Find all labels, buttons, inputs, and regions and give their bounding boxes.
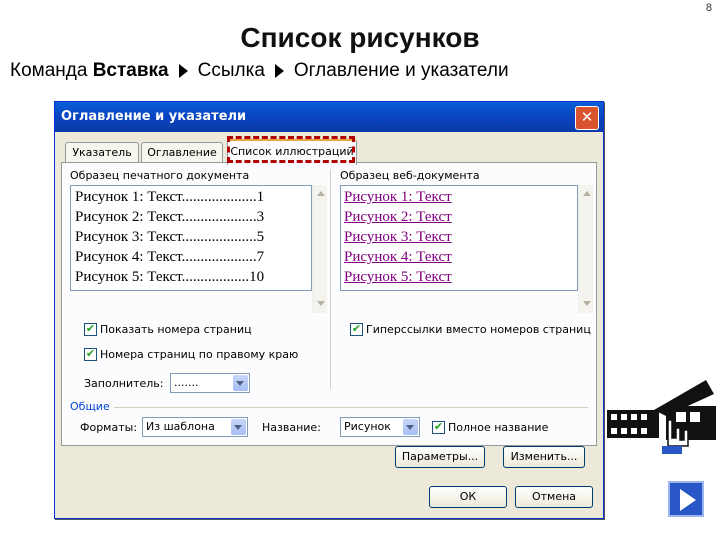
web-preview-scrollbar[interactable] [578,185,593,313]
show-page-numbers-label: Показать номера страниц [100,323,252,336]
tab-toc[interactable]: Оглавление [141,142,223,163]
scroll-down-icon[interactable] [317,301,325,306]
ok-button[interactable]: ОК [429,486,507,508]
web-preview-box: Рисунок 1: Текст Рисунок 2: Текст Рисуно… [340,185,578,291]
next-slide-button[interactable] [668,481,704,517]
clip-art-hand-film-icon [607,380,716,454]
close-button[interactable]: ✕ [575,106,599,130]
print-preview-row: Рисунок 2: Текст....................3 [75,209,265,225]
cancel-button[interactable]: Отмена [515,486,593,508]
general-group-label: Общие [70,400,110,413]
caption-label: Название: [262,421,321,434]
hyperlinks-checkbox[interactable]: ✔ [350,323,363,336]
path-step-reference: Ссылка [197,60,265,81]
full-caption-label: Полное название [448,421,549,434]
print-preview-label: Образец печатного документа [70,169,250,182]
caption-value: Рисунок [344,420,391,433]
scroll-up-icon[interactable] [583,191,591,196]
dialog-titlebar: Оглавление и указатели ✕ [55,102,603,132]
print-preview-box: Рисунок 1: Текст....................1 Ри… [70,185,312,291]
print-preview-row: Рисунок 1: Текст....................1 [75,189,265,205]
index-tables-dialog: Оглавление и указатели ✕ Указатель Оглав… [54,101,604,519]
slide-title: Список рисунков [240,22,480,53]
web-preview-list: Рисунок 1: Текст Рисунок 2: Текст Рисуно… [344,187,452,287]
print-preview-row: Рисунок 5: Текст..................10 [75,269,265,285]
path-arrow-icon [178,64,188,78]
web-preview-link[interactable]: Рисунок 3: Текст [344,227,452,247]
chevron-down-icon[interactable] [231,419,246,435]
slide-number: 8 [705,2,712,14]
command-path: Команда Вставка Ссылка Оглавление и указ… [10,60,509,82]
tab-highlight-frame [227,136,355,163]
column-divider [330,169,331,389]
formats-value: Из шаблона [146,420,215,433]
general-group-divider [114,407,588,408]
print-preview-row: Рисунок 4: Текст....................7 [75,249,265,265]
print-preview-scrollbar[interactable] [312,185,327,313]
chevron-down-icon[interactable] [233,375,248,391]
print-preview-list: Рисунок 1: Текст....................1 Ри… [75,187,297,287]
hyperlinks-label: Гиперссылки вместо номеров страниц [366,323,591,336]
path-step-index-tables: Оглавление и указатели [293,60,509,81]
options-button[interactable]: Параметры... [395,446,485,468]
right-align-label: Номера страниц по правому краю [100,348,299,361]
path-step-insert: Вставка [92,60,169,81]
print-preview-row: Рисунок 3: Текст....................5 [75,229,265,245]
caption-select[interactable]: Рисунок [340,417,420,437]
scroll-down-icon[interactable] [583,301,591,306]
chevron-down-icon[interactable] [403,419,418,435]
web-preview-link[interactable]: Рисунок 1: Текст [344,187,452,207]
tab-panel: Образец печатного документа Рисунок 1: Т… [61,162,597,446]
web-preview-link[interactable]: Рисунок 4: Текст [344,247,452,267]
tab-index[interactable]: Указатель [65,142,139,163]
filler-label: Заполнитель: [84,377,164,390]
filler-value: ....... [174,376,199,389]
command-prefix: Команда [10,60,88,81]
show-page-numbers-checkbox[interactable]: ✔ [84,323,97,336]
formats-label: Форматы: [80,421,138,434]
full-caption-checkbox[interactable]: ✔ [432,421,445,434]
right-align-checkbox[interactable]: ✔ [84,348,97,361]
web-preview-link[interactable]: Рисунок 2: Текст [344,207,452,227]
path-arrow-icon [274,64,284,78]
dialog-title: Оглавление и указатели [61,109,247,124]
formats-select[interactable]: Из шаблона [142,417,248,437]
modify-button[interactable]: Изменить... [503,446,585,468]
web-preview-label: Образец веб-документа [340,169,480,182]
scroll-up-icon[interactable] [317,191,325,196]
filler-select[interactable]: ....... [170,373,250,393]
web-preview-link[interactable]: Рисунок 5: Текст [344,267,452,287]
